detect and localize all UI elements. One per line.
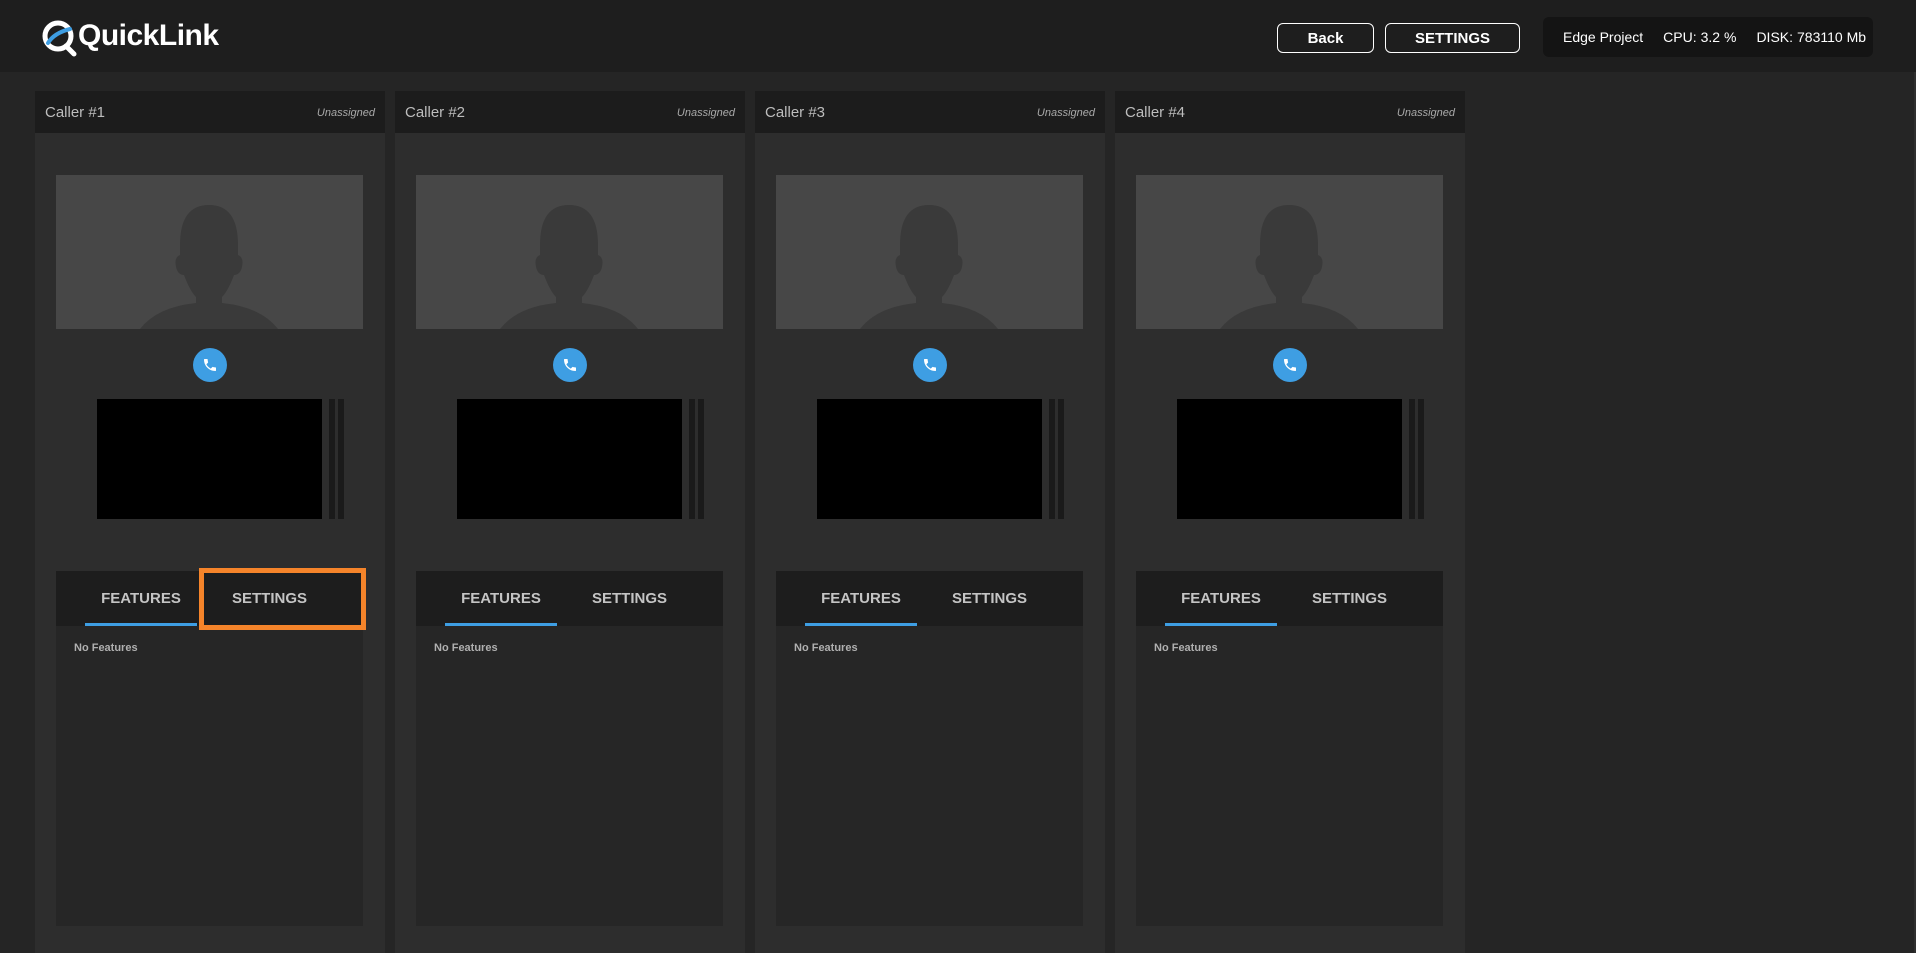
caller-name: Caller #1 (45, 104, 106, 121)
caller-status: Unassigned (316, 107, 375, 119)
caller-status: Unassigned (676, 107, 735, 119)
call-button[interactable] (553, 348, 587, 382)
tab-features[interactable]: FEATURES (805, 571, 917, 626)
phone-icon (564, 359, 576, 371)
caller-name: Caller #2 (405, 104, 466, 121)
audio-meter-right (1058, 399, 1064, 519)
disk-label: DISK: (1756, 29, 1794, 45)
caller-tabs: FEATURES SETTINGS (416, 571, 723, 626)
tab-features[interactable]: FEATURES (445, 571, 557, 626)
quicklink-logo-icon (42, 20, 77, 57)
disk-value: 783110 Mb (1797, 29, 1867, 45)
settings-button[interactable]: SETTINGS (1385, 23, 1520, 53)
caller-header: Caller #4 Unassigned (1115, 91, 1465, 133)
cpu-label: CPU: (1663, 29, 1697, 45)
cpu-value: 3.2 % (1700, 29, 1737, 45)
person-placeholder-icon (860, 205, 998, 329)
person-placeholder-icon (140, 205, 278, 329)
audio-meter-right (1418, 399, 1424, 519)
caller-avatar (416, 175, 723, 329)
caller-panel: Caller #3 Unassigned FEATURES SETTINGS N… (755, 91, 1105, 953)
caller-panel: Caller #4 Unassigned FEATURES SETTINGS N… (1115, 91, 1465, 953)
features-panel: No Features (1136, 626, 1443, 926)
phone-icon (1284, 359, 1296, 371)
audio-meter-left (329, 399, 335, 519)
phone-icon (204, 359, 216, 371)
audio-meter-left (1049, 399, 1055, 519)
tab-settings[interactable]: SETTINGS (206, 571, 333, 626)
caller-panel: Caller #2 Unassigned FEATURES SETTINGS N… (395, 91, 745, 953)
phone-icon (924, 359, 936, 371)
caller-avatar (776, 175, 1083, 329)
caller-avatar (56, 175, 363, 329)
disk-status: DISK: 783110 Mb (1756, 29, 1866, 45)
video-preview (817, 399, 1042, 519)
project-name: Edge Project (1563, 29, 1644, 45)
features-panel: No Features (56, 626, 363, 926)
tab-settings[interactable]: SETTINGS (926, 571, 1053, 626)
person-placeholder-icon (500, 205, 638, 329)
caller-tabs: FEATURES SETTINGS (776, 571, 1083, 626)
call-button[interactable] (193, 348, 227, 382)
caller-tabs: FEATURES SETTINGS (56, 571, 363, 626)
call-button[interactable] (913, 348, 947, 382)
caller-header: Caller #1 Unassigned (35, 91, 385, 133)
quicklink-logo: QuickLink (40, 14, 219, 58)
audio-meter-right (698, 399, 704, 519)
call-button[interactable] (1273, 348, 1307, 382)
caller-panel: Caller #1 Unassigned FEATURES SETTINGS N… (35, 91, 385, 953)
video-preview (457, 399, 682, 519)
video-preview (97, 399, 322, 519)
caller-name: Caller #3 (765, 104, 826, 121)
audio-meter-left (689, 399, 695, 519)
brand-name: QuickLink (78, 19, 219, 52)
caller-header: Caller #2 Unassigned (395, 91, 745, 133)
features-panel: No Features (416, 626, 723, 926)
video-preview (1177, 399, 1402, 519)
tab-settings[interactable]: SETTINGS (566, 571, 693, 626)
empty-features-text: No Features (434, 642, 498, 654)
system-status: Edge Project CPU: 3.2 % DISK: 783110 Mb (1543, 17, 1873, 57)
empty-features-text: No Features (1154, 642, 1218, 654)
top-bar: QuickLink Back SETTINGS Edge Project CPU… (0, 0, 1916, 72)
empty-features-text: No Features (794, 642, 858, 654)
person-placeholder-icon (1220, 205, 1358, 329)
caller-tabs: FEATURES SETTINGS (1136, 571, 1443, 626)
back-button[interactable]: Back (1277, 23, 1374, 53)
audio-meter-left (1409, 399, 1415, 519)
tab-features[interactable]: FEATURES (85, 571, 197, 626)
audio-meter-right (338, 399, 344, 519)
empty-features-text: No Features (74, 642, 138, 654)
caller-status: Unassigned (1396, 107, 1455, 119)
caller-avatar (1136, 175, 1443, 329)
caller-header: Caller #3 Unassigned (755, 91, 1105, 133)
caller-status: Unassigned (1036, 107, 1095, 119)
cpu-status: CPU: 3.2 % (1663, 29, 1736, 45)
tab-features[interactable]: FEATURES (1165, 571, 1277, 626)
features-panel: No Features (776, 626, 1083, 926)
caller-name: Caller #4 (1125, 104, 1186, 121)
tab-settings[interactable]: SETTINGS (1286, 571, 1413, 626)
